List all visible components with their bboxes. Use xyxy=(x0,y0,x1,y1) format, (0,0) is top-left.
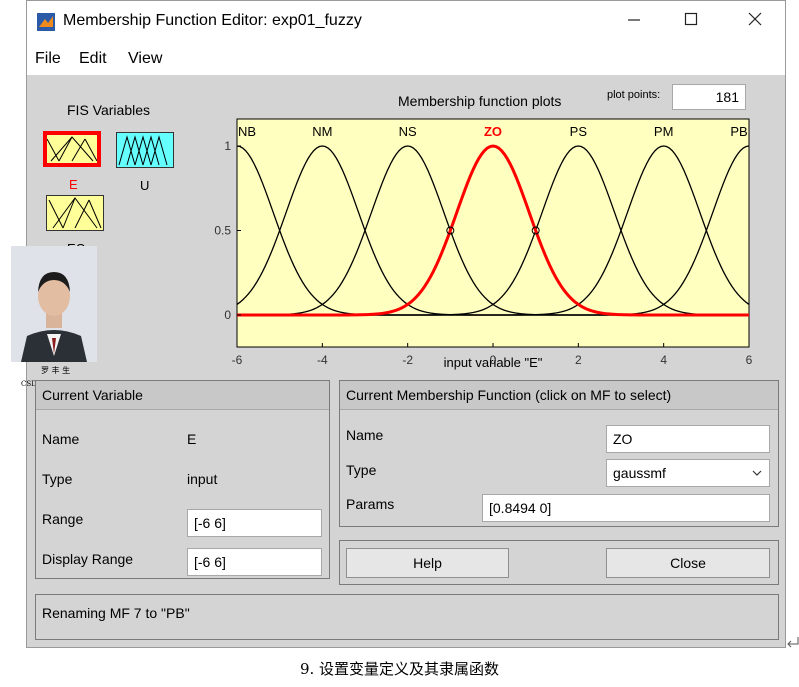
buttons-panel: Help Close xyxy=(339,540,779,585)
menu-bar: File Edit View xyxy=(27,43,785,75)
variable-name-value: E xyxy=(187,431,197,447)
mf-label-nm[interactable]: NM xyxy=(312,124,332,139)
matlab-icon xyxy=(37,13,55,31)
close-button[interactable]: Close xyxy=(606,548,770,578)
x-tick-label: 2 xyxy=(575,353,582,367)
help-button[interactable]: Help xyxy=(346,548,509,578)
display-range-label: Display Range xyxy=(42,551,134,567)
variable-type-value: input xyxy=(187,471,218,487)
fis-variable-ec[interactable] xyxy=(46,195,104,231)
status-text: Renaming MF 7 to "PB" xyxy=(42,605,190,621)
plot-area xyxy=(236,118,750,348)
portrait-image xyxy=(11,246,97,362)
type-label: Type xyxy=(42,471,73,487)
mf-params-input[interactable]: [0.8494 0] xyxy=(482,494,770,522)
portrait-photo xyxy=(11,246,97,362)
mf-thumbnail-icon xyxy=(48,197,102,229)
display-range-input[interactable]: [-6 6] xyxy=(187,548,322,576)
chevron-down-icon xyxy=(752,470,762,476)
mf-type-label: Type xyxy=(346,462,377,478)
fis-variable-e-label: E xyxy=(69,177,78,192)
name-label: Name xyxy=(42,431,80,447)
return-mark-icon xyxy=(787,637,799,648)
maximize-icon xyxy=(684,12,698,26)
plot-points-label: plot points: xyxy=(607,89,661,101)
mf-thumbnail-icon xyxy=(118,135,168,166)
current-mf-panel: Current Membership Function (click on MF… xyxy=(339,380,779,527)
plot-xlabel: input variable "E" xyxy=(444,355,543,370)
minimize-icon xyxy=(628,19,640,21)
close-window-button[interactable] xyxy=(733,7,777,37)
x-tick-label: 4 xyxy=(660,353,667,367)
current-variable-header: Current Variable xyxy=(36,381,329,410)
mf-label-pb[interactable]: PB xyxy=(730,124,747,139)
menu-file[interactable]: File xyxy=(35,50,61,68)
y-tick-label: 0.5 xyxy=(214,224,231,238)
status-panel: Renaming MF 7 to "PB" xyxy=(35,594,779,640)
y-tick-label: 0 xyxy=(224,308,231,322)
x-tick-label: -4 xyxy=(317,353,328,367)
membership-function-editor-window: Membership Function Editor: exp01_fuzzy … xyxy=(11,0,787,648)
x-tick-label: -6 xyxy=(232,353,243,367)
y-tick-label: 1 xyxy=(224,139,231,153)
range-input[interactable]: [-6 6] xyxy=(187,509,322,537)
editor-content: FIS Variables E U EC Membership function… xyxy=(11,75,787,647)
mf-label-zo[interactable]: ZO xyxy=(484,124,502,139)
mf-label-pm[interactable]: PM xyxy=(654,124,674,139)
fis-variable-u[interactable] xyxy=(116,132,174,168)
photo-caption-name: 罗 丰 生 xyxy=(41,366,71,375)
x-tick-label: 6 xyxy=(746,353,753,367)
current-mf-header: Current Membership Function (click on MF… xyxy=(340,381,778,410)
menu-edit[interactable]: Edit xyxy=(79,50,107,68)
menu-view[interactable]: View xyxy=(128,50,162,68)
minimize-button[interactable] xyxy=(612,7,656,37)
mf-label-nb[interactable]: NB xyxy=(238,124,256,139)
mf-label-ns[interactable]: NS xyxy=(399,124,417,139)
fis-variable-u-label: U xyxy=(140,178,150,193)
window-title: Membership Function Editor: exp01_fuzzy xyxy=(63,12,362,29)
figure-caption: 9. 设置变量定义及其隶属函数 xyxy=(299,660,500,678)
fis-variable-e[interactable] xyxy=(43,131,101,167)
mf-thumbnail-icon xyxy=(47,136,97,162)
membership-function-plot[interactable]: NB NM NS PS PM PBZO -6 -4 -2 0 2 4 600.51 input var… xyxy=(207,105,787,375)
current-variable-panel: Current Variable Name E Type input Range… xyxy=(35,380,330,579)
range-label: Range xyxy=(42,511,84,527)
mf-label-ps[interactable]: PS xyxy=(570,124,588,139)
mf-name-label: Name xyxy=(346,427,384,443)
x-tick-label: -2 xyxy=(402,353,413,367)
maximize-button[interactable] xyxy=(669,7,713,37)
mf-type-select[interactable]: gaussmf xyxy=(606,459,770,487)
mf-type-value: gaussmf xyxy=(613,465,666,481)
mf-name-input[interactable]: ZO xyxy=(606,425,770,453)
title-bar: Membership Function Editor: exp01_fuzzy xyxy=(27,1,785,43)
close-icon xyxy=(748,12,762,26)
mf-params-label: Params xyxy=(346,496,395,512)
fis-variables-title: FIS Variables xyxy=(67,102,150,118)
